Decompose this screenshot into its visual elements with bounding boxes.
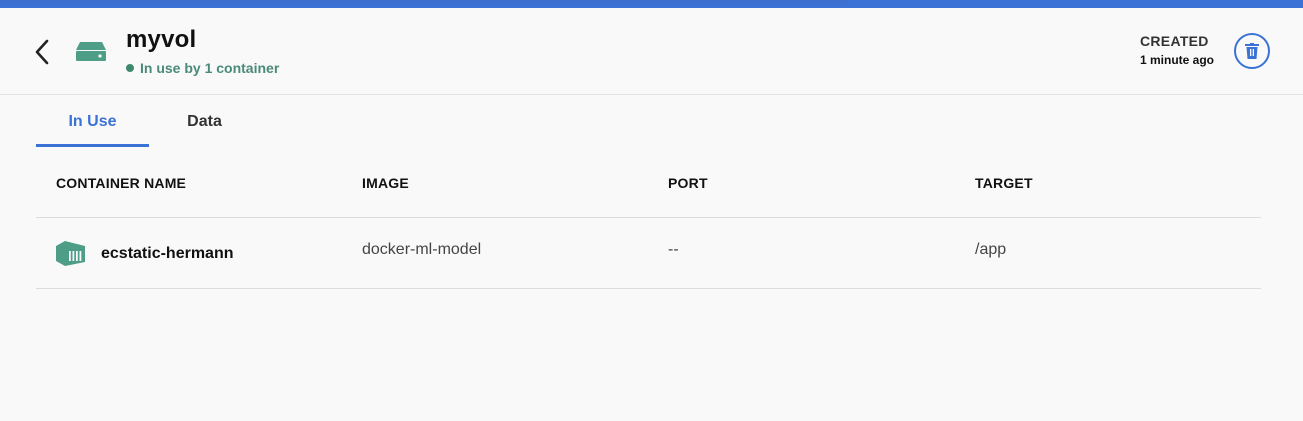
target-cell: /app: [975, 241, 1007, 258]
container-name-cell: ecstatic-hermann: [55, 240, 234, 267]
created-info: CREATED 1 minute ago: [1140, 33, 1214, 67]
created-label: CREATED: [1139, 33, 1209, 49]
container-name[interactable]: ecstatic-hermann: [101, 245, 234, 263]
column-header-container-name[interactable]: CONTAINER NAME: [56, 175, 186, 191]
status-dot-icon: [126, 64, 134, 72]
tab-bar: In Use Data: [36, 96, 260, 147]
column-header-target[interactable]: TARGET: [975, 175, 1033, 191]
port-cell: --: [668, 241, 679, 258]
column-header-image[interactable]: IMAGE: [362, 175, 409, 191]
tab-data[interactable]: Data: [149, 96, 260, 147]
delete-button[interactable]: [1234, 33, 1270, 69]
table-row[interactable]: ecstatic-hermann docker-ml-model -- /app: [36, 218, 1261, 289]
loading-bar: [0, 0, 1303, 8]
table-header: CONTAINER NAME IMAGE PORT TARGET: [36, 148, 1261, 218]
tab-in-use[interactable]: In Use: [36, 96, 149, 147]
chevron-left-icon: [35, 39, 49, 65]
status-line: In use by 1 container: [126, 60, 279, 76]
loading-bar-progress: [0, 0, 848, 4]
column-header-port[interactable]: PORT: [668, 175, 708, 191]
container-icon: [56, 241, 85, 266]
created-value: 1 minute ago: [1139, 53, 1214, 67]
volume-drive-icon: [76, 42, 106, 61]
image-cell: docker-ml-model: [362, 241, 482, 258]
page-title: myvol: [126, 26, 197, 53]
trash-icon: [1245, 43, 1259, 59]
status-text: In use by 1 container: [140, 60, 280, 76]
back-button[interactable]: [28, 36, 56, 68]
volume-header: myvol In use by 1 container CREATED 1 mi…: [0, 8, 1303, 95]
containers-table: CONTAINER NAME IMAGE PORT TARGET ecstati…: [36, 148, 1261, 289]
